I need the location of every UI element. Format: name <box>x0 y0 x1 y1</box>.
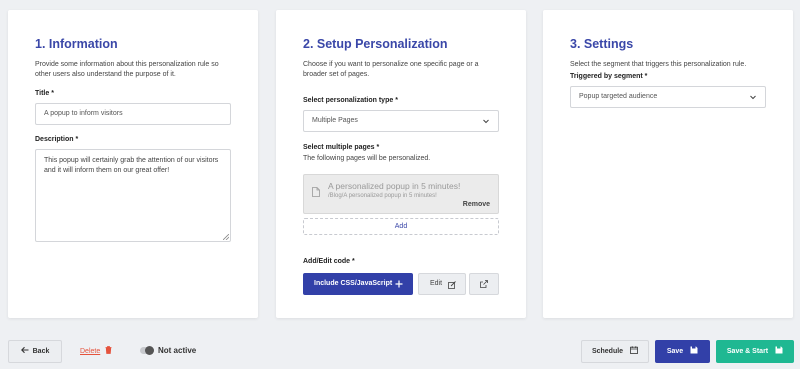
title-label: Title * <box>35 90 54 97</box>
personalization-type-select[interactable]: Multiple Pages <box>303 110 499 132</box>
segment-select[interactable]: Popup targeted audience <box>570 86 766 108</box>
code-label: Add/Edit code * <box>303 258 355 265</box>
external-link-icon <box>480 280 488 288</box>
include-css-js-button[interactable]: Include CSS/JavaScript <box>303 273 413 295</box>
setup-heading: 2. Setup Personalization <box>303 37 448 51</box>
status-label: Not active <box>158 346 197 355</box>
information-description: Provide some information about this pers… <box>35 61 219 78</box>
description-label: Description * <box>35 136 79 143</box>
delete-label: Delete <box>80 348 101 355</box>
edit-code-label: Edit <box>429 280 443 287</box>
back-button[interactable]: Back <box>8 340 62 363</box>
title-input-value: A popup to inform visitors <box>44 110 123 117</box>
back-label: Back <box>32 348 50 355</box>
setup-card: 2. Setup Personalization Choose if you w… <box>276 10 526 318</box>
schedule-label: Schedule <box>591 348 624 355</box>
save-button[interactable]: Save <box>655 340 710 363</box>
chevron-down-icon <box>750 95 756 100</box>
multiple-pages-label: Select multiple pages * <box>303 144 380 151</box>
remove-page-button[interactable]: Remove <box>463 201 490 208</box>
settings-heading: 3. Settings <box>570 37 634 51</box>
edit-icon <box>448 281 456 289</box>
chevron-down-icon <box>483 119 489 124</box>
save-and-start-button[interactable]: Save & Start <box>716 340 794 363</box>
setup-description: Choose if you want to personalize one sp… <box>303 61 479 78</box>
selected-page-item: A personalized popup in 5 minutes! /Blog… <box>303 174 499 214</box>
selected-page-path: /Blog/A personalized popup in 5 minutes! <box>328 193 437 199</box>
document-icon <box>312 187 320 197</box>
description-textarea[interactable]: This popup will certainly grab the atten… <box>35 149 231 242</box>
floppy-disk-icon <box>690 346 698 354</box>
floppy-disk-icon <box>775 346 783 354</box>
selected-page-title: A personalized popup in 5 minutes! <box>328 181 461 191</box>
delete-button[interactable]: Delete <box>80 340 120 363</box>
save-label: Save <box>666 348 684 355</box>
information-card: 1. Information Provide some information … <box>8 10 258 318</box>
plus-icon <box>395 280 403 288</box>
add-page-button[interactable]: Add <box>303 218 499 235</box>
status-toggle-knob <box>145 346 154 355</box>
personalization-type-value: Multiple Pages <box>312 117 358 124</box>
multiple-pages-note: The following pages will be personalized… <box>303 155 431 162</box>
description-textarea-value: This popup will certainly grab the atten… <box>44 157 219 174</box>
resize-handle-icon[interactable] <box>223 234 229 240</box>
schedule-button[interactable]: Schedule <box>581 340 649 363</box>
settings-card: 3. Settings Select the segment that trig… <box>543 10 793 318</box>
edit-code-button[interactable]: Edit <box>418 273 466 295</box>
personalization-type-label: Select personalization type * <box>303 97 398 104</box>
include-css-js-label: Include CSS/JavaScript <box>314 280 393 287</box>
settings-description: Select the segment that triggers this pe… <box>570 61 747 68</box>
segment-value: Popup targeted audience <box>579 93 658 100</box>
information-heading: 1. Information <box>35 37 118 51</box>
save-and-start-label: Save & Start <box>726 348 769 355</box>
trash-icon <box>105 346 112 354</box>
title-input[interactable]: A popup to inform visitors <box>35 103 231 125</box>
segment-label: Triggered by segment * <box>570 73 648 80</box>
calendar-icon <box>630 346 638 354</box>
open-external-button[interactable] <box>469 273 499 295</box>
status-toggle[interactable] <box>140 346 154 355</box>
arrow-left-icon <box>20 346 29 354</box>
